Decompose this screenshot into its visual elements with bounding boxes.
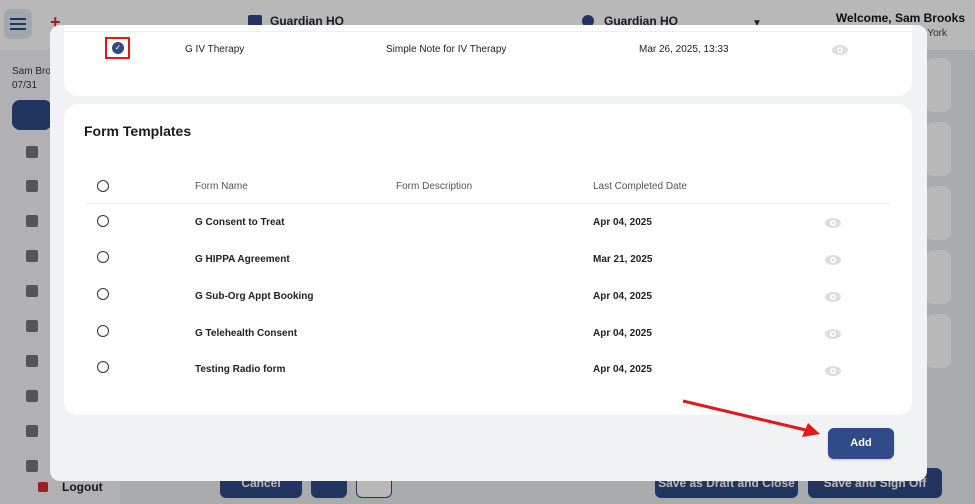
form-date: Apr 04, 2025 — [593, 364, 652, 375]
row-radio[interactable] — [97, 215, 109, 227]
select-all-radio[interactable] — [97, 180, 109, 192]
divider — [64, 31, 912, 32]
form-name: G HIPPA Agreement — [195, 254, 290, 265]
eye-icon[interactable] — [824, 365, 842, 377]
eye-icon[interactable] — [824, 328, 842, 340]
form-templates-card: Form Templates Form Name Form Descriptio… — [64, 104, 912, 415]
form-name: G Consent to Treat — [195, 217, 285, 228]
eye-icon[interactable] — [824, 217, 842, 229]
add-button[interactable]: Add — [828, 428, 894, 459]
eye-icon[interactable] — [824, 254, 842, 266]
row-radio[interactable] — [97, 325, 109, 337]
form-date: Apr 04, 2025 — [593, 328, 652, 339]
eye-icon[interactable] — [824, 291, 842, 303]
form-name: G Telehealth Consent — [195, 328, 298, 339]
selected-note-radio[interactable]: ✓ — [105, 37, 130, 59]
note-date: Mar 26, 2025, 13:33 — [639, 44, 729, 55]
form-date: Mar 21, 2025 — [593, 254, 653, 265]
column-header-form-description: Form Description — [396, 181, 473, 192]
note-description: Simple Note for IV Therapy — [386, 44, 507, 55]
row-radio[interactable] — [97, 251, 109, 263]
column-header-last-completed: Last Completed Date — [593, 181, 687, 192]
form-name: G Sub-Org Appt Booking — [195, 291, 314, 302]
row-radio[interactable] — [97, 361, 109, 373]
header-divider — [86, 203, 890, 204]
check-icon: ✓ — [112, 42, 124, 54]
eye-icon[interactable] — [831, 44, 849, 56]
form-name: Testing Radio form — [195, 364, 286, 375]
note-name: G IV Therapy — [185, 44, 245, 55]
column-header-form-name: Form Name — [195, 181, 248, 192]
row-radio[interactable] — [97, 288, 109, 300]
notes-card: ✓ G IV Therapy Simple Note for IV Therap… — [64, 25, 912, 96]
section-title: Form Templates — [84, 123, 192, 139]
annotation-arrow — [682, 399, 820, 437]
form-date: Apr 04, 2025 — [593, 291, 652, 302]
form-date: Apr 04, 2025 — [593, 217, 652, 228]
